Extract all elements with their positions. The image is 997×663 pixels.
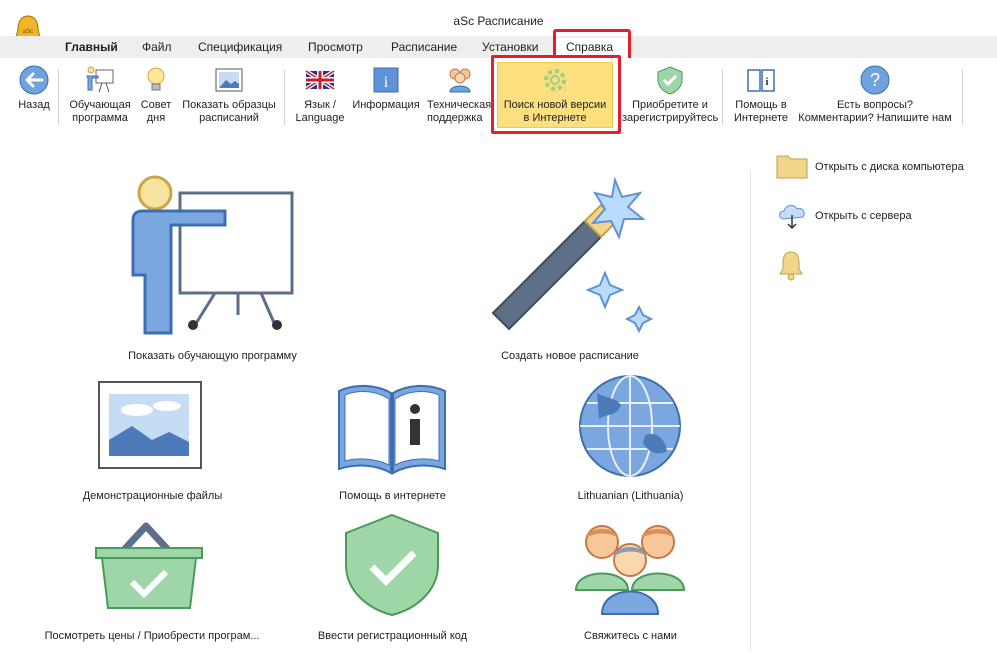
svg-text:i: i bbox=[384, 74, 389, 91]
book-info-icon: i bbox=[747, 69, 775, 92]
people-group-icon bbox=[574, 525, 686, 615]
bell-icon[interactable] bbox=[777, 249, 805, 281]
magic-wand-icon bbox=[491, 176, 654, 334]
show-samples-button[interactable]: Показать образцы расписаний bbox=[178, 58, 280, 132]
open-from-disk-link[interactable]: Открыть с диска компьютера bbox=[776, 152, 986, 182]
update-button-annotation bbox=[491, 55, 621, 134]
back-arrow-icon bbox=[19, 65, 49, 95]
book-large-icon bbox=[338, 385, 446, 475]
support-people-icon bbox=[449, 68, 471, 93]
buy-tile[interactable]: Посмотреть цены / Приобрести програм... bbox=[32, 515, 272, 650]
tech-support-button[interactable]: Техническая поддержка bbox=[425, 58, 495, 132]
open-from-server-link[interactable]: Открыть с сервера bbox=[776, 201, 936, 231]
picture-icon bbox=[215, 68, 243, 92]
registration-code-tile[interactable]: Ввести регистрационный код bbox=[300, 513, 485, 650]
globe-icon bbox=[579, 375, 681, 477]
ribbon-separator bbox=[962, 70, 963, 126]
cloud-download-icon bbox=[779, 204, 805, 230]
language-tile[interactable]: Lithuanian (Lithuania) bbox=[538, 375, 723, 510]
new-timetable-tile[interactable]: Создать новое расписание bbox=[470, 170, 670, 370]
presenter-large-icon bbox=[131, 175, 294, 335]
demo-files-tile[interactable]: Демонстрационные файлы bbox=[60, 375, 245, 510]
question-icon: ? bbox=[860, 65, 890, 95]
ribbon-separator bbox=[58, 70, 59, 126]
training-program-tile[interactable]: Показать обучающую программу bbox=[110, 170, 315, 370]
tab-specification[interactable]: Спецификация bbox=[198, 40, 282, 54]
back-button[interactable]: Назад bbox=[12, 58, 56, 132]
ribbon-separator bbox=[722, 70, 723, 126]
svg-text:aSc: aSc bbox=[23, 29, 33, 35]
tab-main[interactable]: Главный bbox=[65, 40, 118, 54]
tab-timetable[interactable]: Расписание bbox=[391, 40, 457, 54]
information-button[interactable]: i Информация bbox=[349, 58, 423, 132]
shield-large-icon bbox=[345, 513, 439, 617]
shield-check-icon bbox=[657, 66, 683, 95]
tab-file[interactable]: Файл bbox=[142, 40, 172, 54]
info-icon: i bbox=[373, 67, 399, 93]
online-help-tile[interactable]: Помощь в интернете bbox=[300, 375, 485, 510]
folder-icon bbox=[776, 155, 808, 179]
side-panel-divider bbox=[750, 170, 751, 650]
svg-text:i: i bbox=[765, 76, 768, 88]
back-label: Назад bbox=[18, 99, 50, 111]
contact-us-tile[interactable]: Свяжитесь с нами bbox=[538, 515, 723, 650]
online-help-button[interactable]: i Помощь в Интернете bbox=[728, 58, 794, 132]
title-bar: aSc aSc Расписание bbox=[0, 0, 997, 45]
uk-flag-icon bbox=[304, 69, 336, 91]
basket-check-icon bbox=[95, 522, 203, 609]
training-program-button[interactable]: Обучающая программа bbox=[66, 58, 134, 132]
tip-of-day-button[interactable]: Совет дня bbox=[136, 58, 176, 132]
purchase-register-button[interactable]: Приобретите и зарегистрируйтесь bbox=[622, 58, 718, 132]
tab-view[interactable]: Просмотр bbox=[308, 40, 363, 54]
picture-large-icon bbox=[98, 381, 202, 469]
questions-button[interactable]: ? Есть вопросы? Комментарии? Напишите на… bbox=[794, 58, 956, 132]
ribbon-separator bbox=[284, 70, 285, 126]
window-title: aSc Расписание bbox=[453, 14, 544, 28]
language-button[interactable]: Язык / Language bbox=[292, 58, 348, 132]
svg-text:?: ? bbox=[870, 70, 880, 90]
tab-settings[interactable]: Установки bbox=[482, 40, 538, 54]
lightbulb-icon bbox=[147, 67, 165, 91]
presenter-icon bbox=[86, 66, 114, 93]
